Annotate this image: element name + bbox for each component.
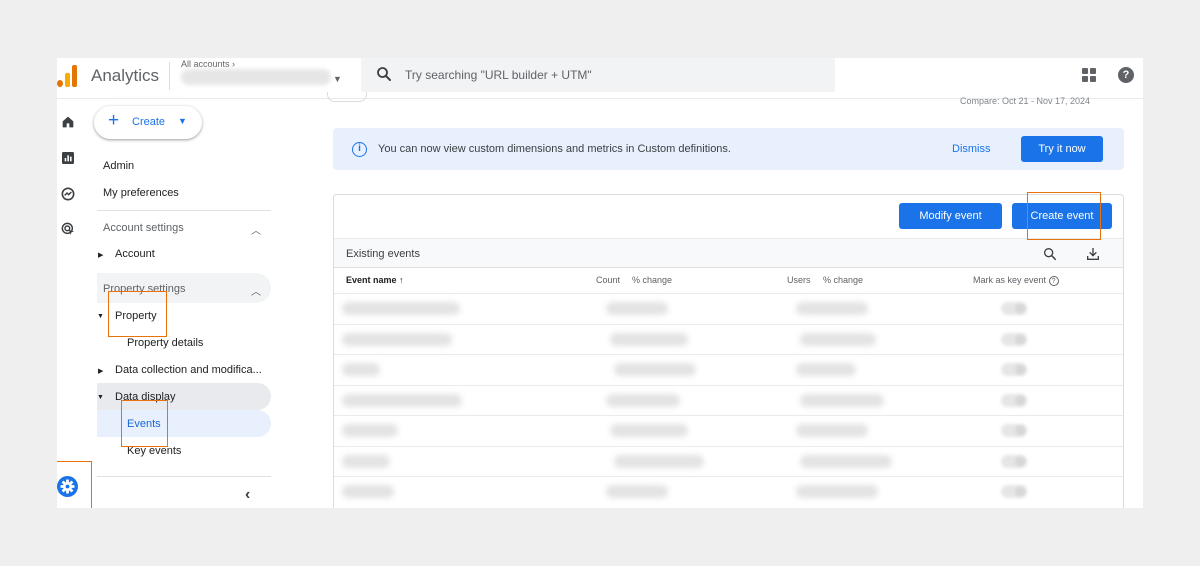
count-redacted <box>614 363 696 376</box>
info-banner: i You can now view custom dimensions and… <box>333 128 1124 170</box>
divider <box>169 62 170 90</box>
settings-gear-icon <box>57 476 78 497</box>
event-name-redacted[interactable] <box>342 485 394 498</box>
count-redacted <box>606 485 668 498</box>
top-bar: Analytics All accounts › ▼ ? <box>57 58 1143 99</box>
home-icon[interactable] <box>60 114 76 130</box>
search-icon[interactable] <box>1042 246 1058 262</box>
count-redacted <box>610 424 688 437</box>
search-bar[interactable] <box>361 58 835 92</box>
nav-account-settings[interactable]: Account settings <box>103 222 184 234</box>
admin-settings-button[interactable] <box>57 461 92 508</box>
account-picker-label[interactable]: All accounts › <box>181 59 235 69</box>
date-range-pill[interactable] <box>327 92 367 102</box>
help-icon[interactable]: ? <box>1118 67 1134 83</box>
event-name-redacted[interactable] <box>342 302 460 315</box>
count-redacted <box>606 393 680 407</box>
users-redacted <box>800 332 876 346</box>
users-redacted <box>796 485 878 498</box>
divider <box>97 210 271 211</box>
table-row[interactable] <box>334 293 1123 323</box>
col-count[interactable]: Count <box>596 275 620 285</box>
table-row[interactable] <box>334 415 1123 445</box>
users-redacted <box>796 363 856 376</box>
nav-admin[interactable]: Admin <box>103 160 134 172</box>
key-event-toggle[interactable] <box>1001 454 1027 468</box>
analytics-logo-icon[interactable] <box>57 63 79 87</box>
event-name-redacted[interactable] <box>342 424 398 437</box>
try-it-now-button[interactable]: Try it now <box>1021 136 1103 162</box>
highlight-create-event <box>1027 192 1101 240</box>
search-icon <box>377 67 391 81</box>
nav-property-details[interactable]: Property details <box>127 337 203 349</box>
highlight-events <box>121 400 168 447</box>
key-event-toggle[interactable] <box>1001 424 1027 437</box>
col-users[interactable]: Users <box>787 275 811 285</box>
divider <box>97 476 271 477</box>
users-redacted <box>800 454 892 468</box>
caret-right-icon[interactable]: ▶ <box>98 251 103 259</box>
table-row[interactable] <box>334 445 1123 476</box>
analytics-window: Analytics All accounts › ▼ ? + Create ▼ … <box>57 58 1143 508</box>
caret-down-icon[interactable]: ▼ <box>333 74 342 84</box>
users-redacted <box>800 393 884 407</box>
reports-icon[interactable] <box>60 150 76 166</box>
nav-my-preferences[interactable]: My preferences <box>103 187 179 199</box>
col-count-change[interactable]: % change <box>632 275 672 285</box>
chevron-up-icon[interactable]: ︿ <box>251 222 261 237</box>
event-name-redacted[interactable] <box>342 363 380 376</box>
sort-arrow-up-icon: ↑ <box>399 275 404 285</box>
table-row[interactable] <box>334 323 1123 354</box>
search-input[interactable] <box>405 58 805 92</box>
key-event-toggle[interactable] <box>1001 332 1027 346</box>
plus-icon: + <box>108 110 120 131</box>
banner-message: You can now view custom dimensions and m… <box>378 143 731 155</box>
explore-icon[interactable] <box>60 186 76 202</box>
info-icon: i <box>352 142 367 157</box>
col-mark-key-event[interactable]: Mark as key event ? <box>973 275 1059 286</box>
existing-events-title: Existing events <box>346 248 420 260</box>
col-event-name[interactable]: Event name ↑ <box>346 275 404 285</box>
key-event-toggle[interactable] <box>1001 363 1027 376</box>
existing-events-header: Existing events <box>334 238 1123 268</box>
chevron-up-icon[interactable]: ︿ <box>251 283 261 298</box>
event-name-redacted[interactable] <box>342 454 390 468</box>
modify-event-button[interactable]: Modify event <box>899 203 1002 229</box>
table-row[interactable] <box>334 354 1123 384</box>
chevron-left-icon[interactable]: ‹ <box>245 486 250 504</box>
users-redacted <box>796 424 868 437</box>
key-event-toggle[interactable] <box>1001 393 1027 407</box>
dismiss-button[interactable]: Dismiss <box>952 143 991 155</box>
caret-down-icon[interactable]: ▼ <box>97 394 104 401</box>
event-name-redacted[interactable] <box>342 332 452 346</box>
table-row[interactable] <box>334 476 1123 506</box>
create-label: Create <box>132 116 166 128</box>
create-button[interactable]: + Create ▼ <box>94 106 202 139</box>
count-redacted <box>606 302 668 315</box>
caret-right-icon[interactable]: ▶ <box>98 367 103 375</box>
nav-account[interactable]: Account <box>115 248 155 260</box>
account-picker-value[interactable] <box>181 69 331 85</box>
col-mark-key-label: Mark as key event <box>973 275 1047 285</box>
table-row[interactable] <box>334 384 1123 415</box>
download-icon[interactable] <box>1085 246 1101 262</box>
users-redacted <box>796 302 868 315</box>
events-card: Modify event Create event Existing event… <box>333 194 1124 508</box>
col-users-change[interactable]: % change <box>823 275 863 285</box>
count-redacted <box>614 454 704 468</box>
advertising-icon[interactable] <box>60 221 76 237</box>
help-icon[interactable]: ? <box>1048 276 1059 286</box>
nav-data-collection[interactable]: Data collection and modifica... <box>115 364 262 376</box>
key-event-toggle[interactable] <box>1001 302 1027 315</box>
key-event-toggle[interactable] <box>1001 485 1027 498</box>
compare-date-range: Compare: Oct 21 - Nov 17, 2024 <box>960 96 1091 106</box>
highlight-property <box>108 291 167 337</box>
caret-down-icon[interactable]: ▼ <box>97 313 104 320</box>
event-name-redacted[interactable] <box>342 393 462 407</box>
count-redacted <box>610 332 688 346</box>
apps-grid-icon[interactable] <box>1082 68 1096 82</box>
app-name: Analytics <box>91 66 160 85</box>
caret-down-icon: ▼ <box>178 116 187 126</box>
col-event-name-label: Event name <box>346 275 397 285</box>
